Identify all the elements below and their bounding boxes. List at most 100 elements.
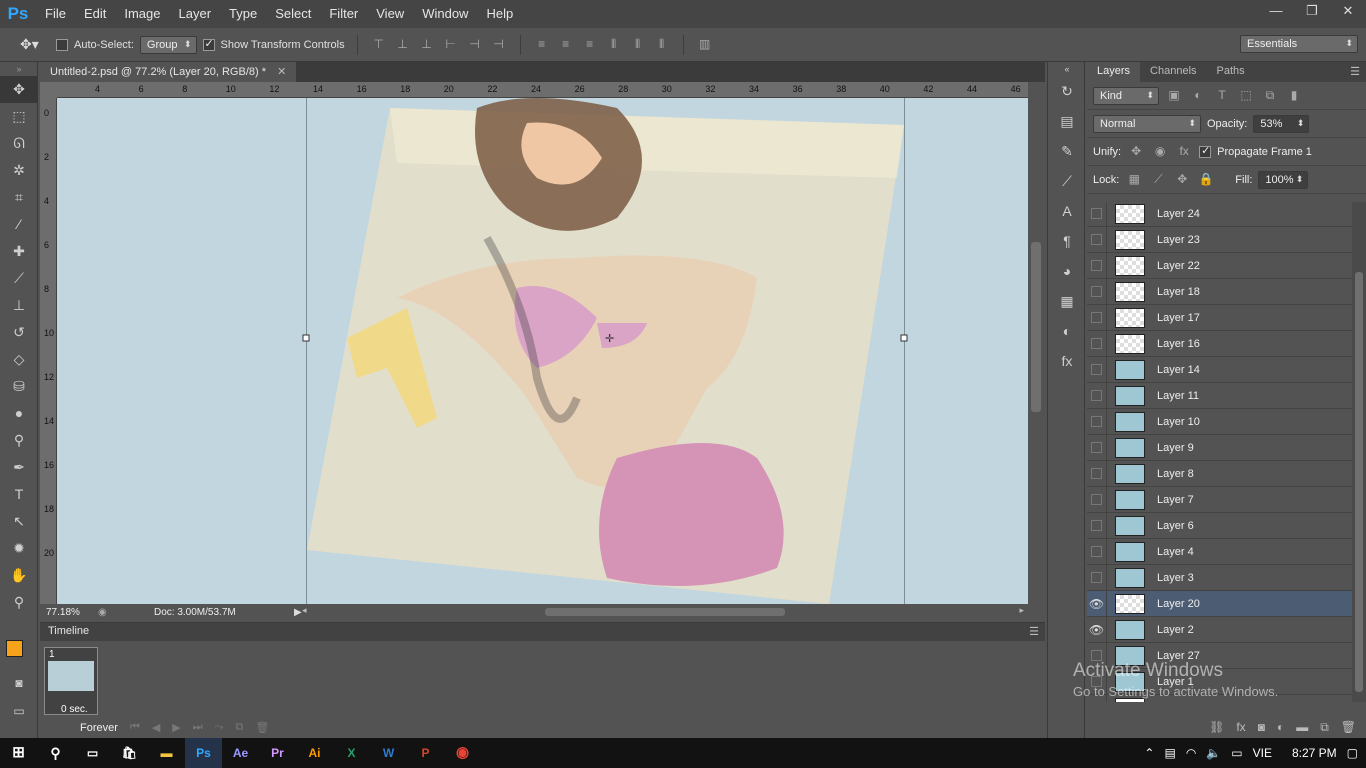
layer-name[interactable]: Layer 7 — [1157, 494, 1194, 506]
layer-row[interactable]: Layer 6 — [1087, 512, 1352, 539]
tween-icon[interactable]: ⤳ — [215, 721, 224, 734]
visibility-toggle[interactable] — [1087, 202, 1107, 227]
character-icon[interactable]: A — [1048, 196, 1086, 226]
visibility-toggle[interactable] — [1087, 330, 1107, 357]
document-tab[interactable]: Untitled-2.psd @ 77.2% (Layer 20, RGB/8)… — [40, 62, 297, 82]
blend-mode-dropdown[interactable]: Normal — [1093, 114, 1201, 133]
canvas-horizontal-scrollbar[interactable]: ◂ ▸ — [302, 604, 1028, 620]
layer-scroll-thumb[interactable] — [1355, 272, 1363, 692]
paint-bucket-tool-icon[interactable]: ⛁ — [0, 373, 38, 400]
taskbar-chrome-icon[interactable]: ◉ — [444, 738, 481, 768]
status-info-icon[interactable]: ◉ — [98, 607, 118, 618]
menu-select[interactable]: Select — [266, 0, 320, 28]
canvas-vertical-scrollbar[interactable] — [1028, 82, 1044, 604]
healing-brush-tool-icon[interactable]: ✚ — [0, 238, 38, 265]
layer-style-icon[interactable]: fx — [1236, 720, 1245, 734]
layer-row[interactable]: 👁 Layer 2 — [1087, 616, 1352, 643]
menu-edit[interactable]: Edit — [75, 0, 115, 28]
layer-name[interactable]: Layer 8 — [1157, 468, 1194, 480]
layer-list-scrollbar[interactable] — [1352, 202, 1366, 702]
align-right-icon[interactable]: ⊣ — [490, 37, 508, 53]
collapse-icon[interactable]: » — [0, 62, 38, 76]
align-bottom-icon[interactable]: ⊥ — [418, 37, 436, 53]
visibility-toggle[interactable] — [1087, 538, 1107, 565]
menu-filter[interactable]: Filter — [320, 0, 367, 28]
styles-icon[interactable]: fx — [1048, 346, 1086, 376]
layer-row[interactable]: Layer 22 — [1087, 252, 1352, 279]
lock-all-icon[interactable]: 🔒 — [1197, 172, 1215, 188]
layer-row[interactable]: Layer 23 — [1087, 226, 1352, 253]
auto-select-target-dropdown[interactable]: Group — [139, 35, 197, 54]
layer-name[interactable]: Layer 16 — [1157, 338, 1200, 350]
opacity-field[interactable]: 53% — [1253, 114, 1310, 133]
visibility-toggle[interactable] — [1087, 486, 1107, 513]
distribute-left-icon[interactable]: ⦀ — [605, 37, 623, 53]
minimize-button[interactable]: — — [1258, 0, 1294, 22]
layer-thumbnail[interactable] — [1115, 411, 1145, 432]
auto-align-icon[interactable]: ▥ — [696, 37, 714, 53]
layer-name[interactable]: Layer 23 — [1157, 234, 1200, 246]
visibility-toggle[interactable] — [1087, 278, 1107, 305]
blur-tool-icon[interactable]: ● — [0, 400, 38, 427]
status-menu-arrow-icon[interactable]: ▶ — [294, 607, 302, 618]
layer-name[interactable]: Layer 18 — [1157, 286, 1200, 298]
tray-chevron-icon[interactable]: ⌃ — [1144, 746, 1154, 760]
history-icon[interactable]: ↻ — [1048, 76, 1086, 106]
layer-row[interactable]: Layer 24 — [1087, 202, 1352, 227]
layer-thumbnail[interactable] — [1115, 619, 1145, 640]
first-frame-icon[interactable]: ⏮ — [130, 721, 140, 734]
layer-row[interactable]: Layer 10 — [1087, 408, 1352, 435]
layer-thumbnail[interactable] — [1115, 463, 1145, 484]
new-layer-icon[interactable]: ⧉ — [1320, 720, 1329, 735]
frame-delay[interactable]: 0 sec. — [61, 704, 88, 715]
layer-name[interactable]: Layer 3 — [1157, 572, 1194, 584]
unify-visibility-icon[interactable]: ◉ — [1151, 144, 1169, 160]
swatches-icon[interactable]: ▦ — [1048, 286, 1086, 316]
layer-mask-icon[interactable]: ◙ — [1258, 720, 1265, 734]
layer-thumbnail[interactable] — [1115, 307, 1145, 328]
menu-help[interactable]: Help — [477, 0, 522, 28]
filter-shape-icon[interactable]: ⬚ — [1237, 88, 1255, 104]
align-hcenter-icon[interactable]: ⊣ — [466, 37, 484, 53]
layer-name[interactable]: Layer 9 — [1157, 442, 1194, 454]
quick-mask-icon[interactable]: ◙ — [0, 670, 38, 697]
layer-row[interactable]: 👁 Layer 20 — [1087, 590, 1352, 617]
layer-thumbnail[interactable] — [1115, 541, 1145, 562]
clock[interactable]: 8:27 PM — [1292, 746, 1337, 760]
eyedropper-tool-icon[interactable]: ⁄ — [0, 211, 38, 238]
collapse-panels-icon[interactable]: « — [1048, 62, 1086, 76]
screen-mode-icon[interactable]: ▭ — [0, 698, 38, 725]
foreground-color-swatch[interactable] — [6, 640, 23, 657]
start-icon[interactable]: ⊞ — [0, 738, 37, 768]
layer-name[interactable]: Background — [1157, 702, 1216, 703]
menu-file[interactable]: File — [36, 0, 75, 28]
visibility-toggle[interactable] — [1087, 564, 1107, 591]
distribute-vcenter-icon[interactable]: ≡ — [557, 37, 575, 53]
layer-row[interactable]: Layer 7 — [1087, 486, 1352, 513]
taskbar-photoshop-icon[interactable]: Ps — [185, 738, 222, 768]
scroll-right-icon[interactable]: ▸ — [1019, 605, 1024, 616]
layer-row[interactable]: Layer 3 — [1087, 564, 1352, 591]
menu-window[interactable]: Window — [413, 0, 477, 28]
eye-visible-icon[interactable]: 👁 — [1087, 616, 1107, 643]
visibility-toggle[interactable] — [1087, 304, 1107, 331]
propagate-checkbox[interactable] — [1199, 144, 1212, 158]
brush-tool-icon[interactable]: ⟋ — [0, 265, 38, 292]
menu-type[interactable]: Type — [220, 0, 266, 28]
layer-thumbnail[interactable] — [1115, 593, 1145, 614]
align-left-icon[interactable]: ⊢ — [442, 37, 460, 53]
layer-row[interactable]: Layer 4 — [1087, 538, 1352, 565]
duplicate-frame-icon[interactable]: ⧉ — [235, 721, 243, 734]
path-select-tool-icon[interactable]: ↖ — [0, 508, 38, 535]
scroll-left-icon[interactable]: ◂ — [302, 605, 307, 616]
action-center-icon[interactable]: ▢ — [1347, 746, 1358, 760]
unify-position-icon[interactable]: ✥ — [1127, 144, 1145, 160]
dodge-tool-icon[interactable]: ⚲ — [0, 427, 38, 454]
layer-thumbnail[interactable] — [1115, 489, 1145, 510]
menu-layer[interactable]: Layer — [170, 0, 221, 28]
link-layers-icon[interactable]: ⛓ — [1209, 720, 1224, 734]
unify-style-icon[interactable]: fx — [1175, 144, 1193, 160]
history-brush-tool-icon[interactable]: ↺ — [0, 319, 38, 346]
tab-paths[interactable]: Paths — [1207, 62, 1255, 82]
eye-visible-icon[interactable]: 👁 — [1087, 590, 1107, 617]
